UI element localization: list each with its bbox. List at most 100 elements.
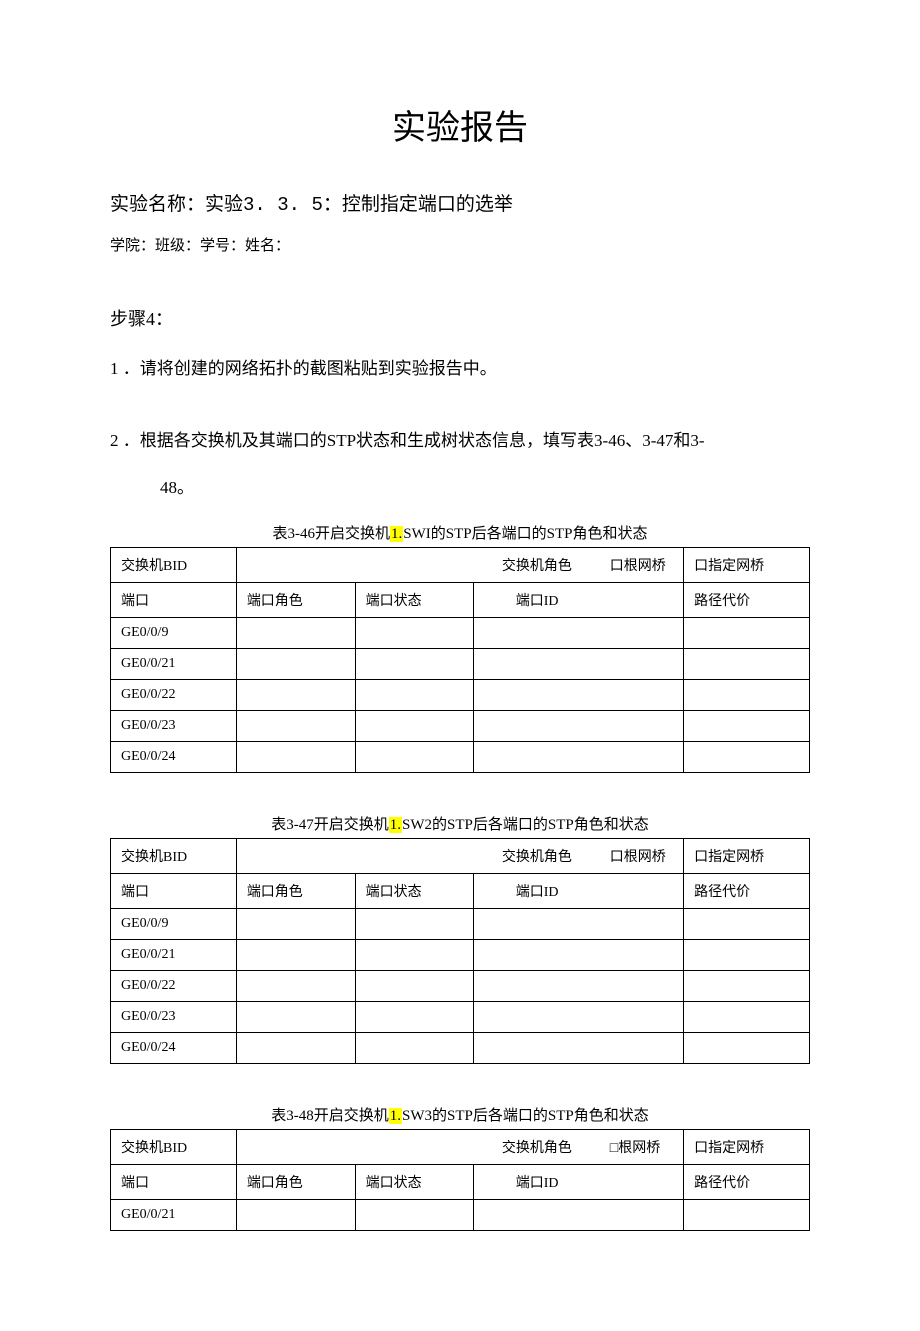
cell-blank bbox=[600, 1032, 684, 1063]
cell-blank bbox=[684, 710, 810, 741]
item-1-text: ．请将创建的网络拓扑的截图粘贴到实验报告中。 bbox=[119, 359, 497, 378]
cell-port: GE0/0/23 bbox=[111, 1001, 237, 1032]
cell-port-id-label: 端口ID bbox=[474, 582, 600, 617]
cell-port: GE0/0/24 bbox=[111, 741, 237, 772]
cell-blank bbox=[600, 1164, 684, 1199]
cell-blank bbox=[236, 741, 355, 772]
cell-blank bbox=[236, 908, 355, 939]
cap3-a: 表3-48开启交换机 bbox=[271, 1108, 389, 1124]
cell-blank bbox=[600, 617, 684, 648]
experiment-name: 实验名称：实验3. 3. 5：控制指定端口的选举 bbox=[110, 189, 810, 216]
cell-bid-label: 交换机BID bbox=[111, 1129, 237, 1164]
cell-blank bbox=[355, 939, 474, 970]
cell-role-label: 交换机角色 bbox=[474, 547, 600, 582]
cell-blank bbox=[600, 908, 684, 939]
cell-port-state-label: 端口状态 bbox=[355, 873, 474, 908]
cell-blank bbox=[474, 741, 600, 772]
cell-blank bbox=[474, 939, 600, 970]
cap1-a: 表3-46开启交换机 bbox=[273, 526, 391, 542]
cell-blank bbox=[684, 617, 810, 648]
cell-port: GE0/0/22 bbox=[111, 970, 237, 1001]
cell-port-id-label: 端口ID bbox=[474, 873, 600, 908]
cell-blank bbox=[600, 1199, 684, 1230]
cell-blank bbox=[600, 741, 684, 772]
cell-blank bbox=[474, 908, 600, 939]
cap1-b: SWI的STP后各端口的STP角色和状态 bbox=[403, 526, 647, 542]
cap3-highlight: 1. bbox=[389, 1108, 402, 1124]
exp-prefix: 实验 bbox=[205, 194, 243, 215]
cell-blank bbox=[355, 648, 474, 679]
cell-blank bbox=[355, 679, 474, 710]
step-heading: 步骤4： bbox=[110, 305, 810, 331]
cell-blank bbox=[600, 970, 684, 1001]
table-row: GE0/0/21 bbox=[111, 1199, 810, 1230]
table-2: 交换机BID 交换机角色 口根网桥 口指定网桥 端口 端口角色 端口状态 端口I… bbox=[110, 838, 810, 1064]
table-row: GE0/0/21 bbox=[111, 648, 810, 679]
table-row: GE0/0/9 bbox=[111, 617, 810, 648]
cell-blank bbox=[684, 1001, 810, 1032]
item-2-cont: 48。 bbox=[160, 474, 810, 501]
cell-blank bbox=[474, 1199, 600, 1230]
cell-blank bbox=[474, 648, 600, 679]
cell-port-id-label: 端口ID bbox=[474, 1164, 600, 1199]
cell-root-bridge: □根网桥 bbox=[600, 1129, 684, 1164]
cell-blank bbox=[684, 648, 810, 679]
meta-line: 学院：班级：学号：姓名： bbox=[110, 234, 810, 255]
cell-port: GE0/0/21 bbox=[111, 939, 237, 970]
cell-blank bbox=[474, 617, 600, 648]
cell-blank bbox=[236, 1129, 355, 1164]
item-1: 1 ．请将创建的网络拓扑的截图粘贴到实验报告中。 bbox=[110, 355, 810, 382]
cap2-highlight: 1. bbox=[389, 817, 402, 833]
cap1-highlight: 1. bbox=[390, 526, 403, 542]
cell-blank bbox=[236, 970, 355, 1001]
exp-number: 3. 3. 5： bbox=[243, 194, 342, 216]
table-3: 交换机BID 交换机角色 □根网桥 口指定网桥 端口 端口角色 端口状态 端口I… bbox=[110, 1129, 810, 1231]
exp-label: 实验名称： bbox=[110, 194, 205, 215]
cell-blank bbox=[684, 741, 810, 772]
cap2-b: SW2的STP后各端口的STP角色和状态 bbox=[402, 817, 649, 833]
cell-role-label: 交换机角色 bbox=[474, 1129, 600, 1164]
cell-blank bbox=[236, 547, 355, 582]
cell-blank bbox=[684, 679, 810, 710]
cell-blank bbox=[600, 648, 684, 679]
cell-port-label: 端口 bbox=[111, 873, 237, 908]
cell-blank bbox=[684, 939, 810, 970]
cell-blank bbox=[236, 679, 355, 710]
table-row: GE0/0/23 bbox=[111, 710, 810, 741]
cell-blank bbox=[600, 582, 684, 617]
cell-cost-label: 路径代价 bbox=[684, 1164, 810, 1199]
cell-blank bbox=[684, 970, 810, 1001]
cell-blank bbox=[355, 547, 474, 582]
table-row: 端口 端口角色 端口状态 端口ID 路径代价 bbox=[111, 582, 810, 617]
item-2: 2 ．根据各交换机及其端口的STP状态和生成树状态信息，填写表3-46、3-47… bbox=[110, 427, 810, 501]
cell-port: GE0/0/9 bbox=[111, 617, 237, 648]
cell-blank bbox=[684, 1032, 810, 1063]
cell-port: GE0/0/23 bbox=[111, 710, 237, 741]
cell-blank bbox=[236, 838, 355, 873]
cell-port-role-label: 端口角色 bbox=[236, 873, 355, 908]
table-3-caption: 表3-48开启交换机1.SW3的STP后各端口的STP角色和状态 bbox=[110, 1104, 810, 1125]
table-row: 端口 端口角色 端口状态 端口ID 路径代价 bbox=[111, 873, 810, 908]
table-row: 端口 端口角色 端口状态 端口ID 路径代价 bbox=[111, 1164, 810, 1199]
cell-root-bridge: 口根网桥 bbox=[600, 838, 684, 873]
table-row: GE0/0/22 bbox=[111, 679, 810, 710]
cell-blank bbox=[355, 908, 474, 939]
cell-blank bbox=[355, 1199, 474, 1230]
cell-blank bbox=[355, 1129, 474, 1164]
table-row: 交换机BID 交换机角色 口根网桥 口指定网桥 bbox=[111, 547, 810, 582]
table-2-caption: 表3-47开启交换机1.SW2的STP后各端口的STP角色和状态 bbox=[110, 813, 810, 834]
cell-bid-label: 交换机BID bbox=[111, 547, 237, 582]
exp-title: 控制指定端口的选举 bbox=[342, 194, 513, 215]
cell-blank bbox=[355, 1032, 474, 1063]
cap3-b: SW3的STP后各端口的STP角色和状态 bbox=[402, 1108, 649, 1124]
table-row: GE0/0/22 bbox=[111, 970, 810, 1001]
table-row: GE0/0/23 bbox=[111, 1001, 810, 1032]
cell-blank bbox=[236, 1001, 355, 1032]
cell-port-label: 端口 bbox=[111, 582, 237, 617]
table-row: 交换机BID 交换机角色 □根网桥 口指定网桥 bbox=[111, 1129, 810, 1164]
item-2-text: ．根据各交换机及其端口的STP状态和生成树状态信息，填写表3-46、3-47和3… bbox=[119, 431, 705, 450]
cell-port-label: 端口 bbox=[111, 1164, 237, 1199]
cell-blank bbox=[236, 617, 355, 648]
cell-root-bridge: 口根网桥 bbox=[600, 547, 684, 582]
cell-blank bbox=[236, 1199, 355, 1230]
